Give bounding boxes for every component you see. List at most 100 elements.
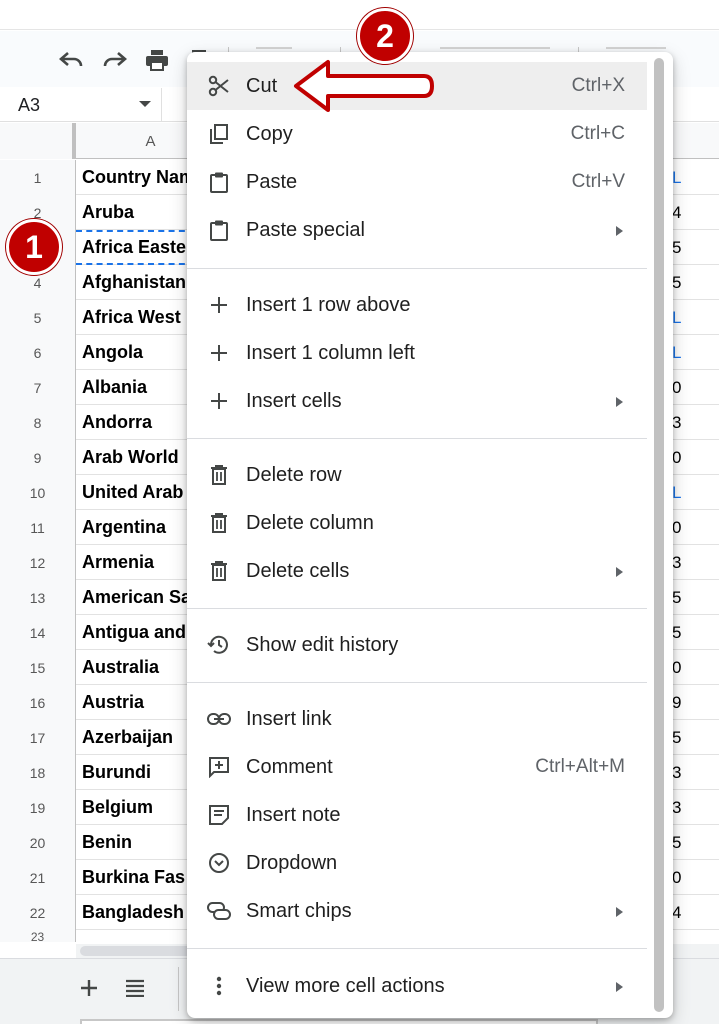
menu-item-dropdown[interactable]: Dropdown: [187, 839, 647, 887]
cell-partial[interactable]: 3: [672, 755, 686, 790]
cell-partial[interactable]: L: [672, 475, 686, 510]
redo-icon[interactable]: [100, 45, 130, 75]
cell-partial[interactable]: 0: [672, 370, 686, 405]
cell-partial[interactable]: 5: [672, 720, 686, 755]
menu-item-label: Copy: [246, 122, 293, 145]
menu-item-insert-note[interactable]: Insert note: [187, 791, 647, 839]
row-number[interactable]: 12: [0, 545, 76, 580]
cell-partial[interactable]: 0: [672, 440, 686, 475]
scissors-icon: [207, 74, 231, 98]
row-number[interactable]: 21: [0, 860, 76, 895]
row-number[interactable]: 23: [0, 930, 76, 942]
plus-icon: [207, 389, 231, 413]
menu-item-paste-special[interactable]: Paste special: [187, 206, 647, 254]
menu-divider: [187, 948, 647, 949]
cell-partial[interactable]: 4: [672, 195, 686, 230]
menu-item-label: Paste: [246, 170, 298, 193]
menu-item-shortcut: Ctrl+V: [571, 171, 625, 192]
menu-item-label: Show edit history: [246, 633, 399, 656]
more-vert-icon: [207, 974, 231, 998]
menu-item-label: Insert 1 row above: [246, 293, 411, 316]
menu-item-label: Paste special: [246, 218, 365, 241]
menu-item-label: Insert cells: [246, 389, 342, 412]
select-all-corner[interactable]: [0, 123, 76, 159]
submenu-arrow-icon: [616, 907, 623, 917]
menu-item-delete-cells[interactable]: Delete cells: [187, 547, 647, 595]
cell-partial[interactable]: 0: [672, 650, 686, 685]
row-number[interactable]: 6: [0, 335, 76, 370]
trash-icon: [207, 559, 231, 583]
sheet-tab[interactable]: [80, 1019, 598, 1024]
row-number[interactable]: 7: [0, 370, 76, 405]
row-number[interactable]: 15: [0, 650, 76, 685]
cell-partial[interactable]: 5: [672, 580, 686, 615]
print-icon[interactable]: [142, 45, 172, 75]
row-number[interactable]: 10: [0, 475, 76, 510]
row-number[interactable]: 9: [0, 440, 76, 475]
menu-item-comment[interactable]: Comment Ctrl+Alt+M: [187, 743, 647, 791]
row-number[interactable]: 8: [0, 405, 76, 440]
name-box[interactable]: A3: [0, 88, 162, 122]
menu-scrollbar[interactable]: [654, 58, 664, 1012]
row-number[interactable]: 11: [0, 510, 76, 545]
undo-icon[interactable]: [56, 45, 86, 75]
cell-partial[interactable]: L: [672, 335, 686, 370]
clipboard-icon: [207, 170, 231, 194]
cell-partial[interactable]: 5: [672, 230, 686, 265]
menu-item-insert-column-left[interactable]: Insert 1 column left: [187, 329, 647, 377]
menu-item-delete-column[interactable]: Delete column: [187, 499, 647, 547]
cell-partial[interactable]: L: [672, 160, 686, 195]
cell-partial[interactable]: 3: [672, 790, 686, 825]
plus-icon: [207, 341, 231, 365]
row-number[interactable]: 17: [0, 720, 76, 755]
menu-item-label: View more cell actions: [246, 974, 445, 997]
cell-partial[interactable]: 3: [672, 545, 686, 580]
row-number[interactable]: 18: [0, 755, 76, 790]
menu-item-view-more-cell-actions[interactable]: View more cell actions: [187, 962, 647, 1010]
chevron-down-icon[interactable]: [139, 101, 151, 107]
row-number[interactable]: 20: [0, 825, 76, 860]
note-icon: [207, 803, 231, 827]
menu-item-smart-chips[interactable]: Smart chips: [187, 887, 647, 935]
history-icon: [207, 633, 231, 657]
row-number[interactable]: 13: [0, 580, 76, 615]
row-number[interactable]: 16: [0, 685, 76, 720]
cell-partial[interactable]: 3: [672, 405, 686, 440]
plus-icon: [207, 293, 231, 317]
cell-partial[interactable]: 0: [672, 510, 686, 545]
add-sheet-icon[interactable]: [74, 973, 104, 1003]
row-number[interactable]: 14: [0, 615, 76, 650]
cell-partial[interactable]: 5: [672, 615, 686, 650]
row-number[interactable]: 19: [0, 790, 76, 825]
submenu-arrow-icon: [616, 567, 623, 577]
menu-item-label: Insert 1 column left: [246, 341, 415, 364]
menu-item-label: Smart chips: [246, 899, 352, 922]
row-number[interactable]: 1: [0, 160, 76, 195]
menu-item-label: Dropdown: [246, 851, 338, 874]
menu-item-show-edit-history[interactable]: Show edit history: [187, 621, 647, 669]
menu-item-shortcut: Ctrl+C: [570, 123, 625, 144]
menu-item-label: Insert link: [246, 707, 332, 730]
menu-item-insert-link[interactable]: Insert link: [187, 695, 647, 743]
context-menu: Cut Ctrl+X Copy Ctrl+C Paste Ctrl+V Past…: [187, 52, 673, 1018]
menu-item-delete-row[interactable]: Delete row: [187, 451, 647, 499]
menu-divider: [187, 268, 647, 269]
menu-item-insert-cells[interactable]: Insert cells: [187, 377, 647, 425]
menu-divider: [187, 438, 647, 439]
row-number[interactable]: 5: [0, 300, 76, 335]
cell-partial[interactable]: 4: [672, 895, 686, 930]
menu-item-copy[interactable]: Copy Ctrl+C: [187, 110, 647, 158]
menu-item-insert-row-above[interactable]: Insert 1 row above: [187, 281, 647, 329]
menu-item-label: Delete column: [246, 511, 374, 534]
cell-partial[interactable]: 5: [672, 825, 686, 860]
menu-item-paste[interactable]: Paste Ctrl+V: [187, 158, 647, 206]
cell-partial[interactable]: 0: [672, 860, 686, 895]
row-number[interactable]: 22: [0, 895, 76, 930]
menu-item-label: Cut: [246, 74, 278, 97]
all-sheets-icon[interactable]: [120, 973, 150, 1003]
cell-partial[interactable]: 5: [672, 265, 686, 300]
cell-partial[interactable]: L: [672, 300, 686, 335]
clipboard-icon: [207, 218, 231, 242]
cell-partial[interactable]: 9: [672, 685, 686, 720]
menu-item-label: Delete cells: [246, 559, 350, 582]
